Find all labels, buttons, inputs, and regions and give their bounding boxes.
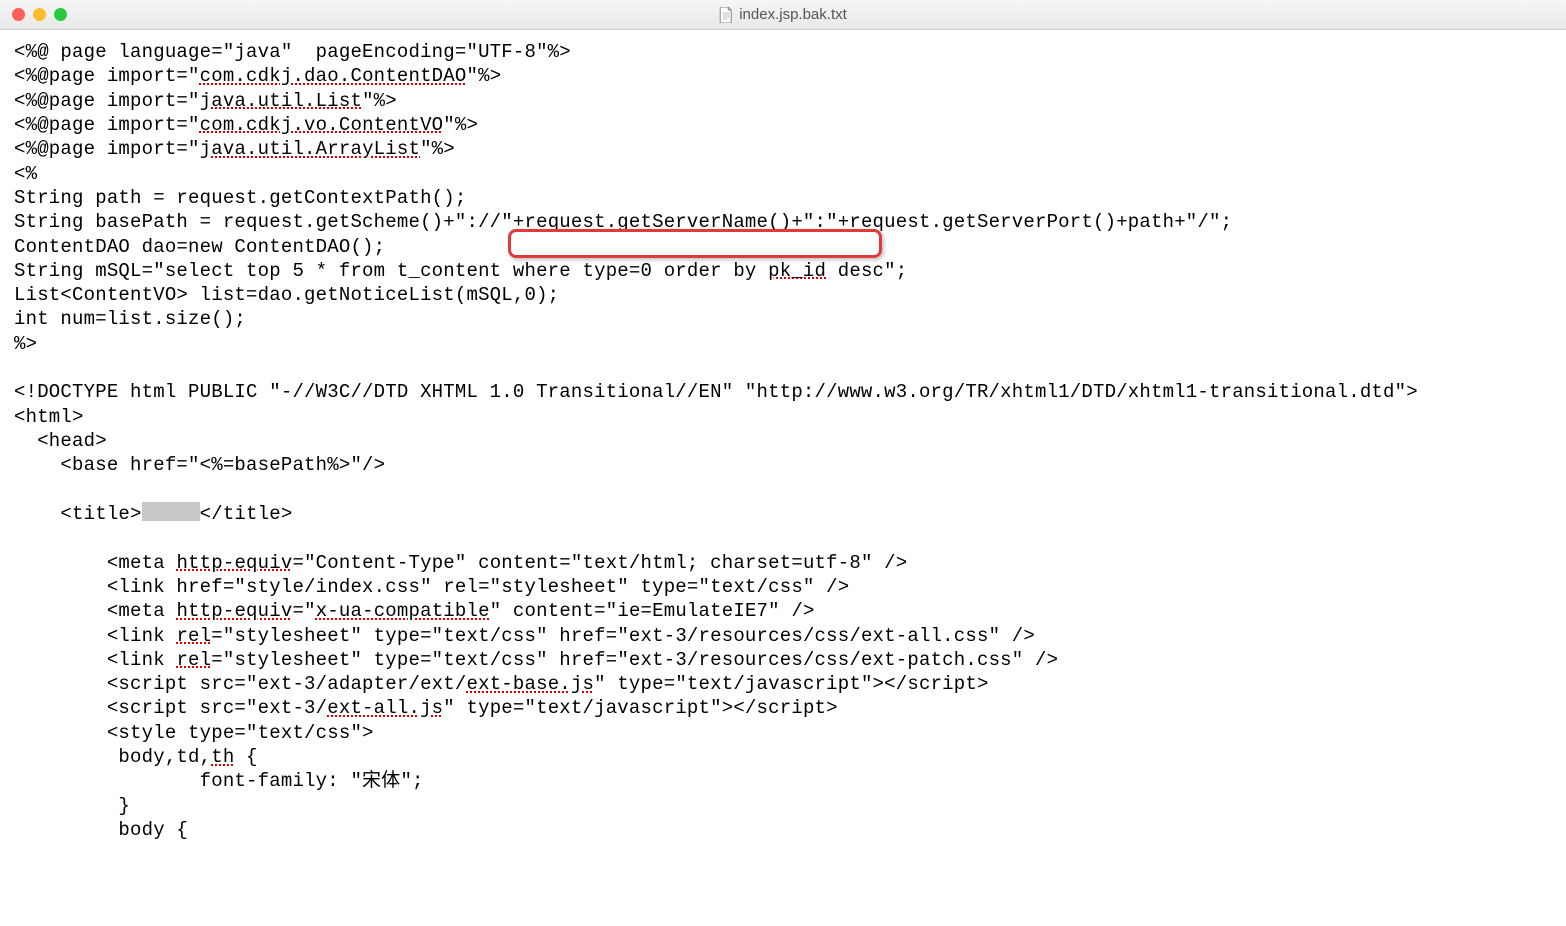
redacted-text	[142, 502, 200, 521]
code-line: body {	[14, 818, 1552, 842]
code-line: String path = request.getContextPath();	[14, 186, 1552, 210]
code-line: <title></title>	[14, 502, 1552, 526]
code-line: font-family: "宋体";	[14, 769, 1552, 793]
text-content[interactable]: <%@ page language="java" pageEncoding="U…	[0, 30, 1566, 852]
code-line: int num=list.size();	[14, 307, 1552, 331]
code-line: <link rel="stylesheet" type="text/css" h…	[14, 648, 1552, 672]
file-icon	[719, 7, 733, 23]
code-line: <%	[14, 162, 1552, 186]
traffic-lights	[0, 8, 67, 21]
code-line	[14, 478, 1552, 502]
code-line: <base href="<%=basePath%>"/>	[14, 453, 1552, 477]
code-line: <link href="style/index.css" rel="styles…	[14, 575, 1552, 599]
code-line: <%@page import="com.cdkj.vo.ContentVO"%>	[14, 113, 1552, 137]
code-line: ContentDAO dao=new ContentDAO();	[14, 235, 1552, 259]
minimize-button[interactable]	[33, 8, 46, 21]
code-line: String basePath = request.getScheme()+":…	[14, 210, 1552, 234]
code-line: %>	[14, 332, 1552, 356]
code-line: <%@page import="com.cdkj.dao.ContentDAO"…	[14, 64, 1552, 88]
code-line: <head>	[14, 429, 1552, 453]
code-line	[14, 356, 1552, 380]
code-line: <%@page import="java.util.List"%>	[14, 89, 1552, 113]
window-title-wrap: index.jsp.bak.txt	[719, 6, 847, 23]
code-line: <meta http-equiv="x-ua-compatible" conte…	[14, 599, 1552, 623]
code-line: <style type="text/css">	[14, 721, 1552, 745]
code-line: <meta http-equiv="Content-Type" content=…	[14, 551, 1552, 575]
code-line: body,td,th {	[14, 745, 1552, 769]
code-line: <!DOCTYPE html PUBLIC "-//W3C//DTD XHTML…	[14, 380, 1552, 404]
code-line: List<ContentVO> list=dao.getNoticeList(m…	[14, 283, 1552, 307]
close-button[interactable]	[12, 8, 25, 21]
code-line: <link rel="stylesheet" type="text/css" h…	[14, 624, 1552, 648]
code-line: <script src="ext-3/ext-all.js" type="tex…	[14, 696, 1552, 720]
code-line: <%@page import="java.util.ArrayList"%>	[14, 137, 1552, 161]
code-line: <script src="ext-3/adapter/ext/ext-base.…	[14, 672, 1552, 696]
code-line: }	[14, 794, 1552, 818]
code-line	[14, 526, 1552, 550]
code-line: String mSQL="select top 5 * from t_conte…	[14, 259, 1552, 283]
editor-container: <%@ page language="java" pageEncoding="U…	[0, 30, 1566, 852]
maximize-button[interactable]	[54, 8, 67, 21]
window-titlebar: index.jsp.bak.txt	[0, 0, 1566, 30]
code-line: <html>	[14, 405, 1552, 429]
code-line: <%@ page language="java" pageEncoding="U…	[14, 40, 1552, 64]
window-title: index.jsp.bak.txt	[739, 6, 847, 23]
